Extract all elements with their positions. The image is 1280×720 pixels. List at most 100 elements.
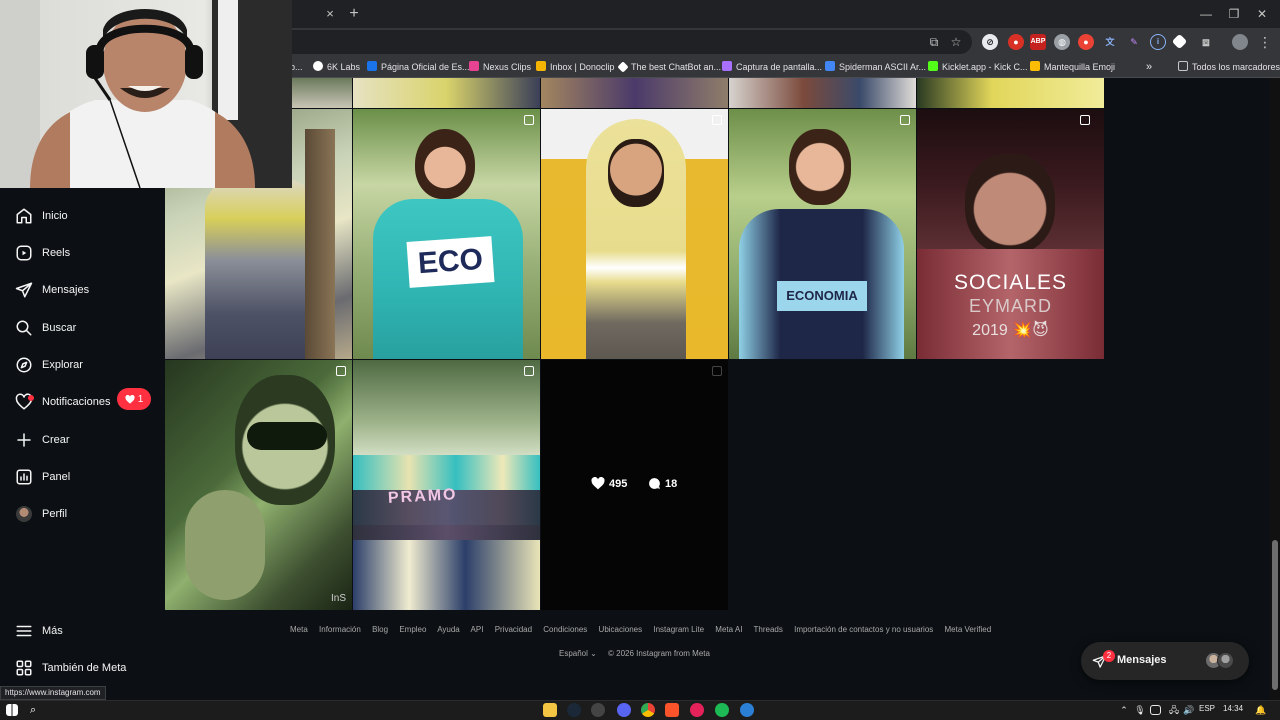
display-icon[interactable] [1150,705,1161,715]
file-explorer-icon[interactable] [543,703,557,717]
reel-icon [336,366,346,376]
chevron-up-icon[interactable]: ⌃ [1117,703,1131,717]
chrome-icon[interactable] [641,703,655,717]
footer-link[interactable]: Ubicaciones [599,625,643,634]
extension-shield-icon[interactable]: ● [1008,34,1024,50]
post-tile[interactable]: ECONOMIA [729,109,916,359]
bookmark-item[interactable]: Kicklet.app - Kick C... [928,60,1028,74]
post-tile[interactable] [353,78,540,108]
app-icon[interactable] [591,703,605,717]
footer-link[interactable]: Información [319,625,361,634]
volume-icon[interactable]: 🔊 [1182,703,1196,717]
sidebar-item-panel[interactable]: Panel [14,465,70,489]
language-select[interactable]: Español ⌄ [559,649,597,658]
person-face [789,129,851,205]
bookmark-icon [825,61,835,71]
bookmark-item[interactable]: Página Oficial de Es... [367,60,470,74]
all-bookmarks-button[interactable]: Todos los marcadores [1178,60,1280,74]
footer-link[interactable]: Blog [372,625,388,634]
extension-globe-icon[interactable]: ◍ [1054,34,1070,50]
sociales-title: SOCIALES [953,271,1068,294]
footer-link[interactable]: Meta [290,625,308,634]
post-tile[interactable]: InS [165,360,352,610]
post-tile[interactable]: PRAMO [353,360,540,610]
extension-pen-icon[interactable]: ✎ [1126,34,1142,50]
sidebar-item-reels[interactable]: Reels [14,241,70,265]
close-window-button[interactable]: ✕ [1252,4,1272,24]
extension-compass-icon[interactable]: ⊘ [982,34,998,50]
notification-badge[interactable]: 1 [117,388,151,410]
footer-link[interactable]: Threads [754,625,783,634]
footer-link[interactable]: Meta Verified [945,625,992,634]
sidebar-item-mas[interactable]: Más [14,619,63,643]
sidebar-item-mensajes[interactable]: Mensajes [14,278,89,302]
bookmark-item[interactable]: Spiderman ASCII Ar... [825,60,926,74]
sidebar-item-label: Crear [42,434,70,446]
folder-icon [1178,61,1188,71]
bookmark-item[interactable]: Inbox | Donoclip [536,60,614,74]
messages-pill[interactable]: 2 Mensajes [1081,642,1249,680]
sidebar-item-buscar[interactable]: Buscar [14,316,76,340]
profile-avatar[interactable] [1232,34,1248,50]
sidebar-item-crear[interactable]: Crear [14,428,70,452]
input-language[interactable]: ESP [1199,704,1215,713]
clock[interactable]: 14:34 [1223,704,1243,713]
extensions-puzzle-icon[interactable]: ⧈ [1198,34,1214,50]
discord-icon[interactable] [617,703,631,717]
footer-link[interactable]: Condiciones [543,625,587,634]
post-tile[interactable]: ECO [353,109,540,359]
sidebar-item-meta[interactable]: También de Meta [14,656,126,680]
minimize-button[interactable]: — [1196,4,1216,24]
sidebar-item-notificaciones[interactable]: Notificaciones [14,390,110,414]
search-icon[interactable]: ⌕ [30,703,44,717]
media-player-icon[interactable] [690,703,704,717]
footer-link[interactable]: API [471,625,484,634]
steam-icon[interactable] [567,703,581,717]
extension-info-icon[interactable]: i [1150,34,1166,50]
footer-link[interactable]: Meta AI [715,625,742,634]
bookmark-icon [313,61,323,71]
post-tile[interactable] [729,78,916,108]
sociales-subtitle: EYMARD [968,296,1052,316]
bookmark-item[interactable]: Mantequilla Emoji [1030,60,1115,74]
post-tile[interactable] [541,78,728,108]
browser-menu-icon[interactable]: ⋮ [1258,33,1272,51]
footer-link[interactable]: Instagram Lite [653,625,704,634]
microphone-icon[interactable]: 🎙 [1133,703,1147,717]
extension-record-icon[interactable]: ● [1078,34,1094,50]
brave-icon[interactable] [665,703,679,717]
sidebar-item-label: Inicio [42,210,68,222]
scrollbar-thumb[interactable] [1272,540,1278,690]
footer-link[interactable]: Privacidad [495,625,532,634]
notifications-icon[interactable]: 🔔 [1254,703,1268,717]
footer-link[interactable]: Ayuda [437,625,460,634]
app-icon[interactable] [740,703,754,717]
install-icon[interactable]: ⧉ [926,34,942,50]
address-bar[interactable] [200,30,972,54]
sidebar-item-perfil[interactable]: Perfil [14,502,67,526]
bookmark-item[interactable]: Nexus Clips [469,60,531,74]
restore-button[interactable]: ❐ [1224,4,1244,24]
jacket-text: ECO [406,236,495,288]
post-tile[interactable] [292,78,352,108]
sidebar-item-explorar[interactable]: Explorar [14,353,83,377]
footer-link[interactable]: Importación de contactos y no usuarios [794,625,933,634]
windows-start-icon[interactable] [6,704,18,716]
tab-close-button[interactable]: × [322,6,338,22]
bookmark-item[interactable]: 6K Labs [313,60,360,74]
extension-translate-icon[interactable]: 文 [1102,34,1118,50]
footer-link[interactable]: Empleo [399,625,426,634]
post-tile[interactable] [917,78,1104,108]
post-tile[interactable]: SOCIALES EYMARD 2019 💥😈 [917,109,1104,359]
spotify-icon[interactable] [715,703,729,717]
post-tile[interactable] [541,109,728,359]
network-icon[interactable]: 🖧 [1167,703,1181,717]
sidebar-item-inicio[interactable]: Inicio [14,204,68,228]
bookmarks-overflow-button[interactable]: » [1146,60,1152,74]
new-tab-button[interactable]: + [345,5,363,23]
bookmark-star-icon[interactable]: ☆ [948,34,964,50]
bookmark-item[interactable]: Captura de pantalla... [722,60,822,74]
bookmark-item[interactable]: The best ChatBot an... [617,60,721,74]
extension-adblock-icon[interactable]: ABP [1030,34,1046,50]
post-tile-hovered[interactable]: 495 18 [541,360,728,610]
